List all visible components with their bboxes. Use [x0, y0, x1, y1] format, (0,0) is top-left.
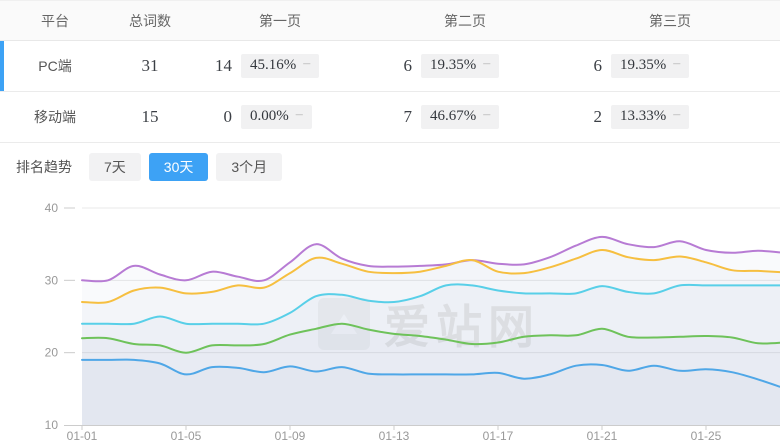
- table-row-mobile[interactable]: 移动端 15 0 0.00%– 7 46.67%– 2 13.33%–: [0, 92, 780, 143]
- percent-value: 13.33%: [620, 108, 666, 124]
- y-axis-label: 20: [45, 346, 59, 360]
- page1-percent-badge: 0.00%–: [241, 105, 312, 129]
- page2-percent-badge: 19.35%–: [421, 54, 499, 78]
- page1-count: 0: [190, 107, 232, 127]
- page1-percent-badge: 45.16%–: [241, 54, 319, 78]
- header-page-one: 第一页: [190, 11, 370, 31]
- trend-flat-icon: –: [483, 56, 490, 71]
- x-axis-label: 01-01: [67, 429, 98, 443]
- total-words-value: 15: [110, 107, 190, 127]
- trend-tab-bar: 排名趋势 7天 30天 3个月: [0, 143, 780, 191]
- page3-cell: 6 19.35%–: [560, 54, 780, 78]
- trend-flat-icon: –: [673, 56, 680, 71]
- trend-section-title: 排名趋势: [16, 157, 72, 177]
- page2-percent-badge: 46.67%–: [421, 105, 499, 129]
- table-header-row: 平台 总词数 第一页 第二页 第三页: [0, 1, 780, 41]
- y-axis-label: 30: [45, 273, 59, 287]
- header-page-three: 第三页: [560, 11, 780, 31]
- page3-percent-badge: 19.35%–: [611, 54, 689, 78]
- page2-cell: 6 19.35%–: [370, 54, 560, 78]
- trend-flat-icon: –: [483, 107, 490, 122]
- x-axis-label: 01-25: [691, 429, 722, 443]
- trend-flat-icon: –: [303, 56, 310, 71]
- total-words-value: 31: [110, 56, 190, 76]
- header-page-two: 第二页: [370, 11, 560, 31]
- tab-3-months[interactable]: 3个月: [216, 153, 282, 181]
- percent-value: 19.35%: [620, 57, 666, 73]
- platform-label: 移动端: [0, 107, 110, 127]
- page1-cell: 0 0.00%–: [190, 105, 370, 129]
- percent-value: 46.67%: [430, 108, 476, 124]
- percent-value: 45.16%: [250, 57, 296, 73]
- header-platform: 平台: [0, 11, 110, 31]
- trend-line-chart-canvas[interactable]: 10 20 30 40 01-01 01-05 01-09 01-13 01-17 01-21 01…: [0, 191, 780, 447]
- page2-cell: 7 46.67%–: [370, 105, 560, 129]
- percent-value: 0.00%: [250, 108, 289, 124]
- x-axis-label: 01-09: [275, 429, 306, 443]
- trend-flat-icon: –: [296, 107, 303, 122]
- y-axis-label: 40: [45, 201, 59, 215]
- page1-count: 14: [190, 56, 232, 76]
- table-row-pc[interactable]: PC端 31 14 45.16%– 6 19.35%– 6 19.35%–: [0, 41, 780, 92]
- platform-label: PC端: [0, 56, 110, 76]
- tab-30-days[interactable]: 30天: [149, 153, 209, 181]
- x-axis-label: 01-05: [171, 429, 202, 443]
- page3-cell: 2 13.33%–: [560, 105, 780, 129]
- page3-count: 6: [560, 56, 602, 76]
- x-axis-label: 01-17: [483, 429, 514, 443]
- keyword-rank-table: 平台 总词数 第一页 第二页 第三页 PC端 31 14 45.16%– 6 1…: [0, 0, 780, 143]
- percent-value: 19.35%: [430, 57, 476, 73]
- rank-trend-chart: 爱站网 1020304001-0101-0501-0901-1301-1701-…: [0, 191, 780, 447]
- page2-count: 7: [370, 107, 412, 127]
- tab-7-days[interactable]: 7天: [89, 153, 141, 181]
- page3-percent-badge: 13.33%–: [611, 105, 689, 129]
- y-axis-label: 10: [45, 418, 59, 432]
- page1-cell: 14 45.16%–: [190, 54, 370, 78]
- trend-flat-icon: –: [673, 107, 680, 122]
- header-total-words: 总词数: [110, 11, 190, 31]
- x-axis-label: 01-21: [587, 429, 618, 443]
- x-axis-label: 01-13: [379, 429, 410, 443]
- page3-count: 2: [560, 107, 602, 127]
- page2-count: 6: [370, 56, 412, 76]
